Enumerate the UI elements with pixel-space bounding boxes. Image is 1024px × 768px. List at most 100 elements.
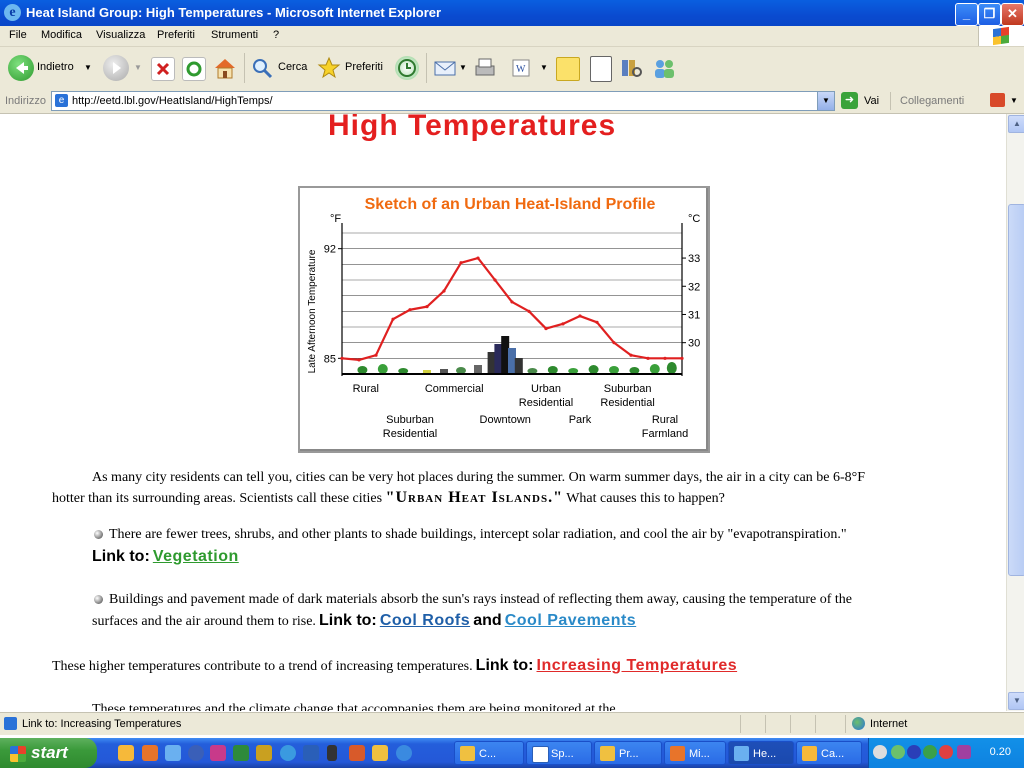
messenger-icon[interactable] [590, 56, 612, 82]
quicklaunch-phone-icon[interactable] [327, 745, 337, 761]
edit-word-icon[interactable]: W [510, 57, 532, 79]
data-point [629, 353, 633, 357]
quicklaunch-outlook-icon[interactable] [142, 745, 158, 761]
maximize-button[interactable]: ❐ [978, 3, 1001, 26]
forward-dropdown-icon[interactable]: ▼ [134, 63, 142, 72]
quicklaunch-ie-icon[interactable] [165, 745, 181, 761]
tray-users-icon[interactable] [923, 745, 937, 759]
back-icon[interactable] [8, 55, 34, 81]
scroll-down-icon[interactable]: ▼ [1008, 692, 1024, 710]
task-outlook[interactable]: Mi... [664, 741, 726, 765]
menu-strumenti[interactable]: Strumenti [211, 29, 258, 41]
back-label[interactable]: Indietro [37, 61, 74, 73]
search-icon[interactable] [250, 56, 274, 80]
stop-icon[interactable] [151, 57, 175, 81]
search-label[interactable]: Cerca [278, 61, 307, 73]
tray-network-icon[interactable] [891, 745, 905, 759]
increasing-temperatures-link[interactable]: Increasing Temperatures [537, 657, 738, 674]
tray-bluetooth-icon[interactable] [907, 745, 921, 759]
go-arrow-icon[interactable]: ➜ [841, 92, 858, 109]
para1-question: What causes this to happen? [566, 491, 725, 506]
tick-label-left: 92 [324, 244, 336, 256]
start-button[interactable]: start [0, 738, 97, 768]
research-icon[interactable] [619, 56, 643, 80]
data-point [595, 320, 599, 324]
address-url[interactable]: http://eetd.lbl.gov/HeatIsland/HighTemps… [72, 95, 273, 107]
quicklaunch-word-icon[interactable] [303, 745, 319, 761]
task-calendar[interactable]: Ca... [796, 741, 862, 765]
cool-roofs-link[interactable]: Cool Roofs [380, 612, 470, 629]
bullet-1: There are fewer trees, shrubs, and other… [94, 527, 847, 543]
urban-heat-islands-term: "Urban Heat Islands." [385, 489, 563, 506]
quicklaunch-paint-icon[interactable] [349, 745, 365, 761]
unit-fahrenheit: °F [330, 213, 341, 225]
vegetation-link[interactable]: Vegetation [153, 548, 239, 565]
links-dropdown-icon[interactable]: ▼ [1010, 96, 1018, 105]
tick-label-right: 30 [688, 338, 700, 350]
users-icon[interactable] [652, 56, 678, 80]
cool-pavements-link[interactable]: Cool Pavements [505, 612, 636, 629]
tray-app-icon[interactable] [957, 745, 971, 759]
quicklaunch-ie2-icon[interactable] [396, 745, 412, 761]
vertical-scrollbar[interactable]: ▲ ▼ [1006, 114, 1024, 711]
menu-visualizza[interactable]: Visualizza [96, 29, 145, 41]
skyline-tree [377, 364, 388, 374]
history-icon[interactable] [395, 56, 419, 80]
taskbar: start C... Sp... Pr... Mi... He... Ca...… [0, 738, 1024, 768]
address-input[interactable]: e http://eetd.lbl.gov/HeatIsland/HighTem… [51, 91, 835, 111]
task-ie-active[interactable]: He... [728, 741, 794, 765]
address-dropdown-icon[interactable]: ▼ [817, 91, 835, 111]
menu-preferiti[interactable]: Preferiti [157, 29, 195, 41]
data-point [374, 353, 378, 357]
task-folder-1[interactable]: C... [454, 741, 524, 765]
quicklaunch-clock-icon[interactable] [118, 745, 134, 761]
discuss-icon[interactable] [556, 57, 580, 81]
forward-icon[interactable] [103, 55, 129, 81]
status-bar: Link to: Increasing Temperatures Interne… [0, 712, 1024, 735]
scroll-up-icon[interactable]: ▲ [1008, 115, 1024, 133]
links-label[interactable]: Collegamenti [900, 95, 964, 107]
data-point [578, 314, 582, 318]
quicklaunch-tool-icon[interactable] [256, 745, 272, 761]
skyline-tree [588, 365, 599, 374]
title-bar: e Heat Island Group: High Temperatures -… [0, 0, 1024, 26]
quicklaunch-media-icon[interactable] [188, 745, 204, 761]
menu-help[interactable]: ? [273, 29, 279, 41]
quicklaunch-access-icon[interactable] [210, 745, 226, 761]
data-point [510, 300, 514, 304]
region-label-row1: Residential [519, 397, 573, 409]
task-word[interactable]: Sp... [526, 741, 592, 765]
go-button[interactable]: Vai [864, 95, 879, 107]
word-icon [532, 746, 549, 763]
favorites-star-icon[interactable] [317, 56, 341, 80]
skyline-tree [456, 367, 466, 374]
mail-icon[interactable] [433, 57, 457, 79]
menu-modifica[interactable]: Modifica [41, 29, 82, 41]
mail-dropdown-icon[interactable]: ▼ [459, 63, 467, 72]
minimize-button[interactable]: _ [955, 3, 978, 26]
quicklaunch-folder-icon[interactable] [372, 745, 388, 761]
back-dropdown-icon[interactable]: ▼ [84, 63, 92, 72]
clock: 0.20 [989, 746, 1011, 758]
menu-file[interactable]: File [9, 29, 27, 41]
links-toolbar-icon[interactable] [990, 93, 1005, 107]
print-icon[interactable] [472, 56, 498, 80]
tray-arrow-icon[interactable] [873, 745, 887, 759]
task-folder-2[interactable]: Pr... [594, 741, 662, 765]
chart-title: Sketch of an Urban Heat-Island Profile [365, 196, 656, 213]
quicklaunch-globe-icon[interactable] [280, 745, 296, 761]
skyline-building [514, 358, 523, 374]
close-button[interactable]: ✕ [1001, 3, 1024, 26]
refresh-icon[interactable] [182, 57, 206, 81]
para1-text: hotter than its surrounding areas. Scien… [52, 491, 383, 506]
scroll-thumb[interactable] [1008, 204, 1024, 576]
data-point [612, 341, 616, 345]
tray-alert-icon[interactable] [939, 745, 953, 759]
para3: These higher temperatures contribute to … [52, 657, 737, 675]
quicklaunch-excel-icon[interactable] [233, 745, 249, 761]
favorites-label[interactable]: Preferiti [345, 61, 383, 73]
edit-dropdown-icon[interactable]: ▼ [540, 63, 548, 72]
home-icon[interactable] [213, 56, 237, 80]
skyline-tree [666, 362, 677, 374]
region-label-row1: Commercial [425, 383, 484, 395]
